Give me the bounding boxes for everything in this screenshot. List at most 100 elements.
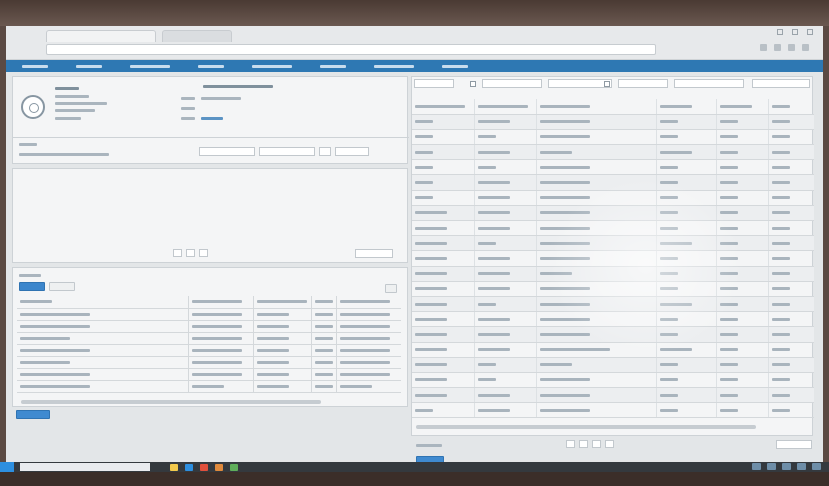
taskbar-search-input[interactable]	[20, 463, 150, 471]
page-number[interactable]	[186, 249, 195, 257]
address-bar[interactable]	[46, 44, 656, 55]
table-row[interactable]	[412, 342, 814, 358]
notification-icon[interactable]	[812, 463, 821, 470]
nav-item-1[interactable]	[22, 64, 48, 68]
nav-item-4[interactable]	[198, 64, 224, 68]
filter-select-3[interactable]	[548, 79, 612, 88]
page-number[interactable]	[579, 440, 588, 448]
patient-detail-1	[55, 95, 89, 98]
system-tray	[752, 463, 821, 470]
table-row[interactable]	[17, 332, 401, 345]
results-page-size-select[interactable]	[776, 440, 812, 449]
last-page-button[interactable]	[605, 440, 614, 448]
language-icon[interactable]	[782, 463, 791, 470]
table-row[interactable]	[412, 220, 814, 237]
orders-title	[19, 274, 41, 277]
notes-pager	[173, 249, 208, 257]
explorer-icon[interactable]	[170, 463, 178, 471]
table-row[interactable]	[412, 372, 814, 389]
date-field-1[interactable]	[199, 147, 255, 156]
table-row[interactable]	[17, 320, 401, 333]
monitor-bezel-bottom	[0, 472, 829, 486]
table-row[interactable]	[412, 205, 814, 222]
table-row[interactable]	[412, 235, 814, 252]
filter-select-2[interactable]	[482, 79, 542, 88]
column-header-3	[539, 104, 590, 108]
type-field[interactable]	[335, 147, 369, 156]
code-field[interactable]	[319, 147, 331, 156]
bottom-action-button[interactable]	[16, 410, 50, 419]
filter-button[interactable]	[385, 284, 397, 293]
table-row[interactable]	[412, 281, 814, 297]
prev-page-button[interactable]	[173, 249, 182, 257]
app-icon[interactable]	[230, 463, 238, 471]
field-label-1	[181, 97, 195, 100]
close-icon[interactable]	[807, 29, 813, 35]
star-icon[interactable]	[760, 44, 767, 51]
orders-panel	[12, 267, 408, 407]
minimize-icon[interactable]	[777, 29, 783, 35]
table-row[interactable]	[412, 357, 814, 373]
chrome-icon[interactable]	[200, 463, 208, 471]
extension-icon[interactable]	[774, 44, 781, 51]
table-row[interactable]	[412, 114, 814, 130]
profile-icon[interactable]	[788, 44, 795, 51]
table-row[interactable]	[412, 296, 814, 313]
start-icon[interactable]	[0, 462, 14, 472]
filter-select-4[interactable]	[618, 79, 668, 88]
table-row[interactable]	[412, 129, 814, 146]
menu-icon[interactable]	[802, 44, 809, 51]
table-row[interactable]	[412, 311, 814, 328]
horizontal-scrollbar[interactable]	[416, 425, 756, 429]
column-header-6	[771, 104, 790, 108]
nav-item-7[interactable]	[374, 64, 414, 68]
edge-icon[interactable]	[185, 463, 193, 471]
table-row[interactable]	[412, 159, 814, 176]
chevron-down-icon[interactable]	[470, 81, 476, 87]
app-icon[interactable]	[215, 463, 223, 471]
table-row[interactable]	[17, 368, 401, 381]
horizontal-scrollbar[interactable]	[21, 400, 321, 404]
clock-icon[interactable]	[797, 463, 806, 470]
date-field-2[interactable]	[259, 147, 315, 156]
browser-tab-active[interactable]	[46, 30, 156, 42]
table-row[interactable]	[17, 380, 401, 393]
next-page-button[interactable]	[199, 249, 208, 257]
encounter-title	[203, 85, 273, 88]
table-row[interactable]	[412, 387, 814, 404]
table-row[interactable]	[412, 250, 814, 267]
nav-item-6[interactable]	[320, 64, 346, 68]
table-row[interactable]	[17, 356, 401, 369]
pager-label	[416, 444, 442, 447]
tab-secondary[interactable]	[49, 282, 75, 291]
table-row[interactable]	[412, 144, 814, 161]
filter-select-6[interactable]	[752, 79, 810, 88]
browser-tabstrip	[46, 30, 232, 42]
network-icon[interactable]	[752, 463, 761, 470]
table-row[interactable]	[17, 308, 401, 321]
browser-tab-new[interactable]	[162, 30, 232, 42]
column-header-2	[192, 300, 243, 304]
browser-extensions	[760, 44, 809, 51]
table-row[interactable]	[412, 402, 814, 419]
maximize-icon[interactable]	[792, 29, 798, 35]
page-size-select[interactable]	[355, 249, 393, 258]
table-row[interactable]	[412, 326, 814, 343]
table-row[interactable]	[412, 174, 814, 191]
prev-page-button[interactable]	[566, 440, 575, 448]
table-row[interactable]	[17, 344, 401, 357]
chevron-down-icon[interactable]	[604, 81, 610, 87]
filter-select-5[interactable]	[674, 79, 744, 88]
volume-icon[interactable]	[767, 463, 776, 470]
next-page-button[interactable]	[592, 440, 601, 448]
status-link[interactable]	[201, 117, 223, 120]
nav-item-8[interactable]	[442, 64, 468, 68]
tab-active[interactable]	[19, 282, 45, 291]
nav-item-3[interactable]	[130, 64, 170, 68]
nav-item-2[interactable]	[76, 64, 102, 68]
table-row[interactable]	[412, 190, 814, 206]
nav-item-5[interactable]	[252, 64, 292, 68]
filter-select-1[interactable]	[414, 79, 454, 88]
field-value-1	[201, 97, 241, 100]
table-row[interactable]	[412, 266, 814, 282]
